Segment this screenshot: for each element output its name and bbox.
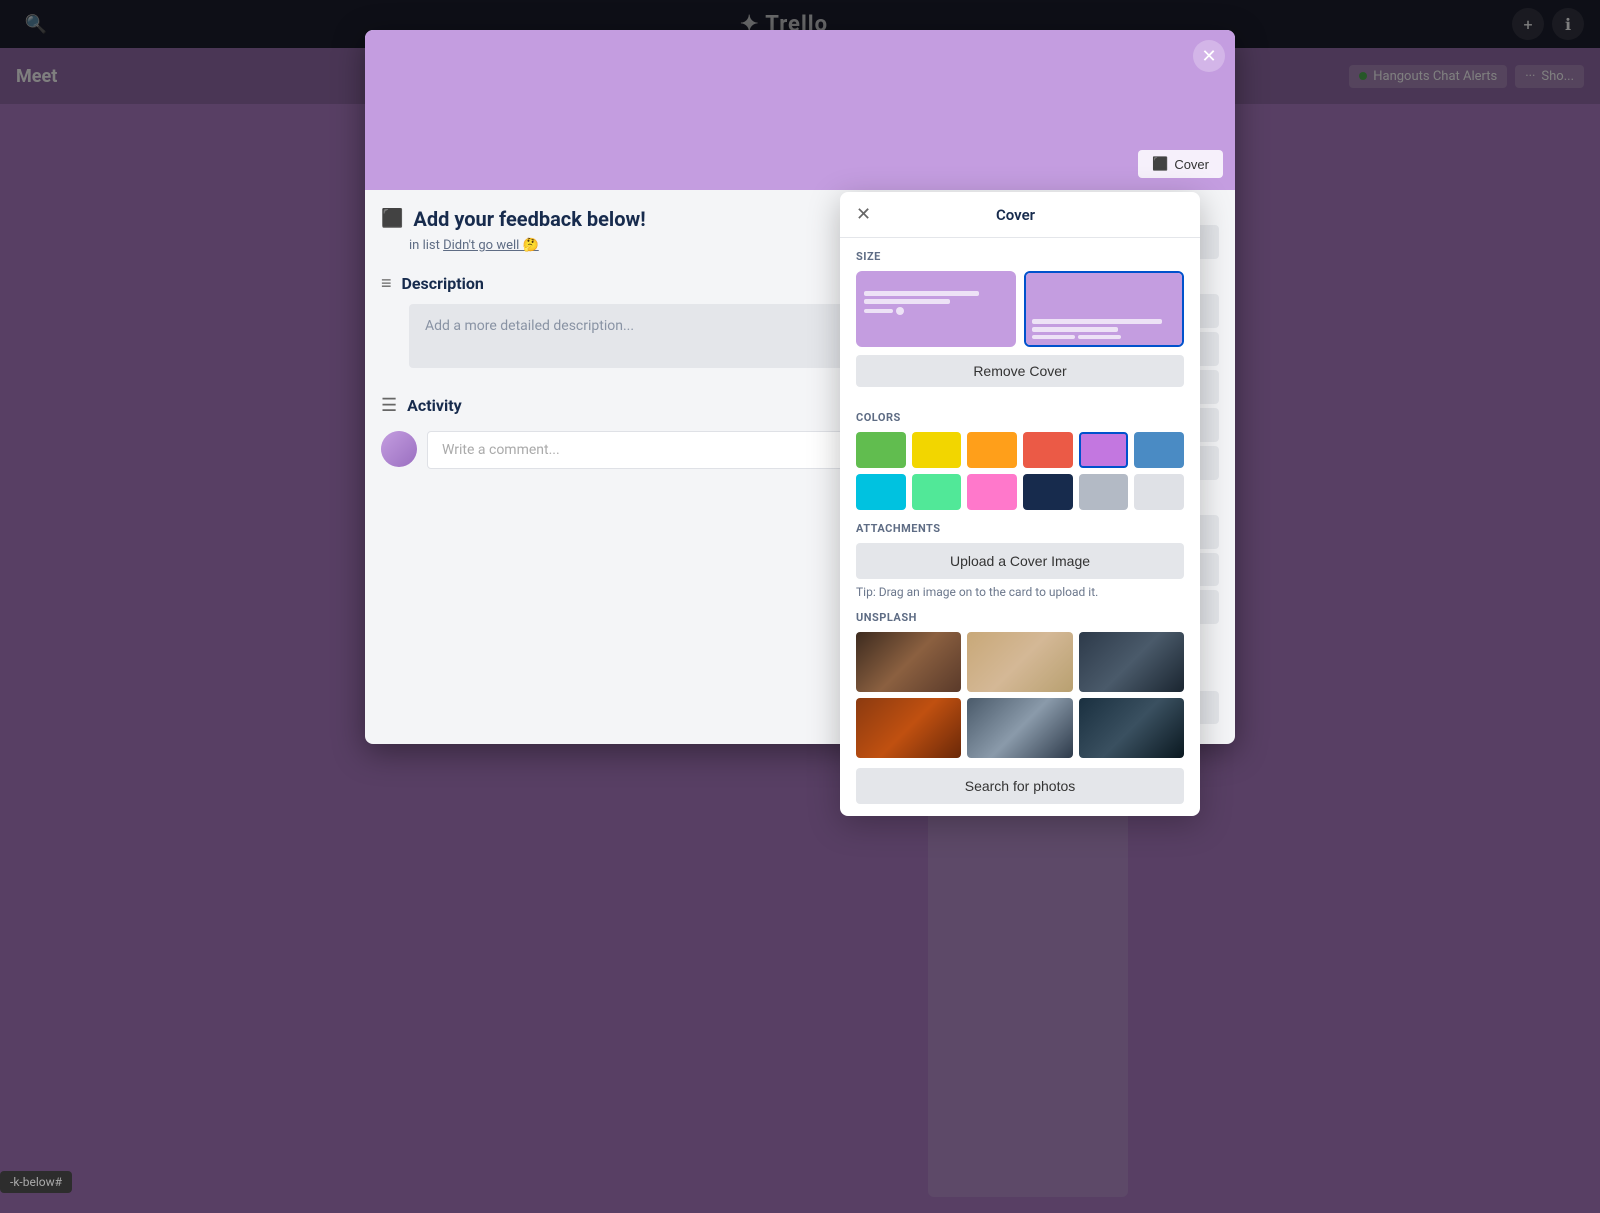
color-swatch-7[interactable]: [912, 474, 962, 510]
cover-panel-close-button[interactable]: ✕: [856, 204, 871, 225]
activity-icon: ☰: [381, 395, 397, 416]
attachments-label: ATTACHMENTS: [856, 522, 1184, 535]
color-swatch-2[interactable]: [967, 432, 1017, 468]
bottom-tooltip: -k-below#: [0, 1171, 72, 1193]
description-label: Description: [402, 274, 484, 293]
unsplash-grid: [856, 632, 1184, 758]
cover-panel-body: SIZE: [840, 238, 1200, 816]
color-swatch-8[interactable]: [967, 474, 1017, 510]
modal-overlay[interactable]: ✕ ⬛ Cover ⬛ Add your feedback below! in …: [0, 0, 1600, 1213]
unsplash-photo-3[interactable]: [1079, 632, 1184, 692]
cover-icon: ⬛: [1152, 156, 1168, 172]
unsplash-photo-5[interactable]: [967, 698, 1072, 758]
remove-cover-button[interactable]: Remove Cover: [856, 355, 1184, 387]
size-option-small[interactable]: [856, 271, 1016, 347]
color-swatch-5[interactable]: [1134, 432, 1184, 468]
search-photos-button[interactable]: Search for photos: [856, 768, 1184, 804]
color-swatch-1[interactable]: [912, 432, 962, 468]
activity-label: Activity: [407, 396, 462, 415]
unsplash-label: UNSPLASH: [856, 611, 1184, 624]
colors-grid: [856, 432, 1184, 510]
color-swatch-6[interactable]: [856, 474, 906, 510]
description-icon: ≡: [381, 273, 392, 294]
card-title: Add your feedback below!: [413, 206, 645, 232]
color-swatch-3[interactable]: [1023, 432, 1073, 468]
color-swatch-9[interactable]: [1023, 474, 1073, 510]
color-swatch-11[interactable]: [1134, 474, 1184, 510]
cover-toggle-button[interactable]: ⬛ Cover: [1138, 150, 1223, 178]
unsplash-photo-1[interactable]: [856, 632, 961, 692]
list-link[interactable]: Didn't go well 🤔: [443, 238, 539, 253]
color-swatch-4[interactable]: [1079, 432, 1129, 468]
colors-label: COLORS: [856, 411, 1184, 424]
unsplash-photo-4[interactable]: [856, 698, 961, 758]
upload-tip: Tip: Drag an image on to the card to upl…: [856, 585, 1184, 599]
cover-panel-header: ✕ Cover: [840, 192, 1200, 238]
user-avatar: [381, 431, 417, 467]
card-close-button[interactable]: ✕: [1193, 40, 1225, 72]
cover-panel-title: Cover: [871, 206, 1160, 224]
size-label: SIZE: [856, 250, 1184, 263]
activity-header-left: ☰ Activity: [381, 395, 462, 416]
unsplash-photo-6[interactable]: [1079, 698, 1184, 758]
color-swatch-10[interactable]: [1079, 474, 1129, 510]
color-swatch-0[interactable]: [856, 432, 906, 468]
cover-panel: ✕ Cover SIZE: [840, 192, 1200, 816]
size-options: [856, 271, 1184, 347]
upload-cover-button[interactable]: Upload a Cover Image: [856, 543, 1184, 579]
unsplash-photo-2[interactable]: [967, 632, 1072, 692]
card-cover-area: ✕ ⬛ Cover: [365, 30, 1235, 190]
card-title-icon: ⬛: [381, 208, 403, 229]
size-option-large[interactable]: [1024, 271, 1184, 347]
